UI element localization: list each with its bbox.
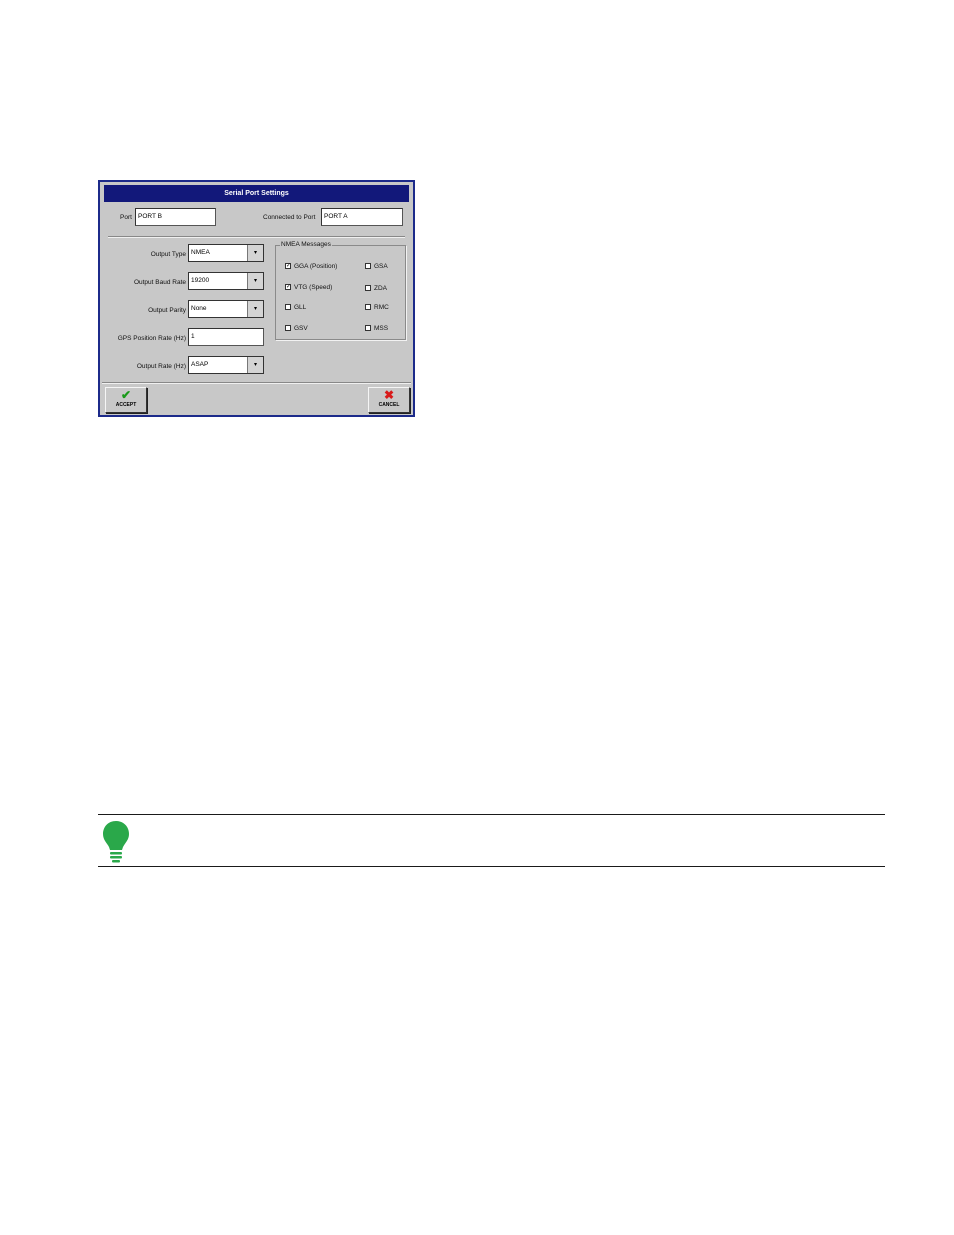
output-type-label: Output Type [150,251,186,258]
dialog-title: Serial Port Settings [104,185,409,202]
output-parity-value: None [191,305,207,312]
dropdown-arrow-icon[interactable]: ▾ [247,301,263,317]
dropdown-arrow-icon[interactable]: ▾ [247,273,263,289]
checkbox-box[interactable] [365,304,371,311]
checkbox-box[interactable]: ✓ [285,263,291,270]
port-field[interactable]: PORT B [135,208,216,226]
checkbox-box[interactable] [285,325,291,332]
checkbox-label: GGA (Position) [294,263,338,270]
dropdown-arrow-icon[interactable]: ▾ [247,245,263,261]
checkbox-box[interactable] [365,263,371,270]
output-type-value: NMEA [191,249,210,256]
nmea-messages-title: NMEA Messages [280,241,332,248]
cancel-button[interactable]: ✖ CANCEL [368,387,410,413]
checkbox-zda[interactable]: ZDA [365,285,387,292]
checkbox-label: GLL [294,304,307,311]
gps-position-rate-field[interactable]: 1 [188,328,264,346]
output-rate-label: Output Rate (Hz) [136,363,186,370]
note-top-rule [98,814,885,815]
serial-port-settings-dialog: Serial Port Settings Port PORT B Connect… [98,180,415,417]
checkbox-gsa[interactable]: GSA [365,263,388,270]
checkbox-gll[interactable]: GLL [285,304,306,311]
port-label: Port [120,214,132,221]
checkbox-label: RMC [374,304,389,311]
checkbox-box[interactable] [285,304,291,311]
checkbox-label: GSV [294,325,308,332]
accept-button[interactable]: ✔ ACCEPT [105,387,147,413]
checkbox-rmc[interactable]: RMC [365,304,389,311]
checkbox-box[interactable]: ✓ [285,284,291,291]
accept-label: ACCEPT [115,402,137,408]
checkbox-mss[interactable]: MSS [365,325,388,332]
output-type-select[interactable]: NMEA ▾ [188,244,264,262]
button-separator [102,382,411,384]
dropdown-arrow-icon[interactable]: ▾ [247,357,263,373]
output-baud-rate-label: Output Baud Rate [133,279,186,286]
output-rate-select[interactable]: ASAP ▾ [188,356,264,374]
checkbox-label: VTG (Speed) [294,284,333,291]
cancel-label: CANCEL [378,402,400,408]
gps-position-rate-label: GPS Position Rate (Hz) [117,335,186,342]
checkbox-label: MSS [374,325,389,332]
separator [108,236,405,238]
checkbox-box[interactable] [365,325,371,332]
checkbox-gga[interactable]: ✓ GGA (Position) [285,263,337,270]
checkbox-box[interactable] [365,285,371,292]
nmea-messages-group: NMEA Messages ✓ GGA (Position) GSA ✓ VTG (… [275,241,406,340]
output-baud-rate-select[interactable]: 19200 ▾ [188,272,264,290]
checkbox-label: GSA [374,263,388,270]
output-parity-select[interactable]: None ▾ [188,300,264,318]
x-icon: ✖ [383,388,395,402]
checkmark-icon: ✔ [120,388,132,402]
output-rate-value: ASAP [191,361,209,368]
connected-to-port-field[interactable]: PORT A [321,208,403,226]
lightbulb-icon [103,821,129,863]
note-bottom-rule [98,866,885,867]
output-baud-rate-value: 19200 [191,277,210,284]
checkbox-vtg[interactable]: ✓ VTG (Speed) [285,284,332,291]
output-parity-label: Output Parity [148,307,186,314]
connected-to-port-label: Connected to Port [263,214,316,221]
checkbox-label: ZDA [374,285,387,292]
checkbox-gsv[interactable]: GSV [285,325,308,332]
